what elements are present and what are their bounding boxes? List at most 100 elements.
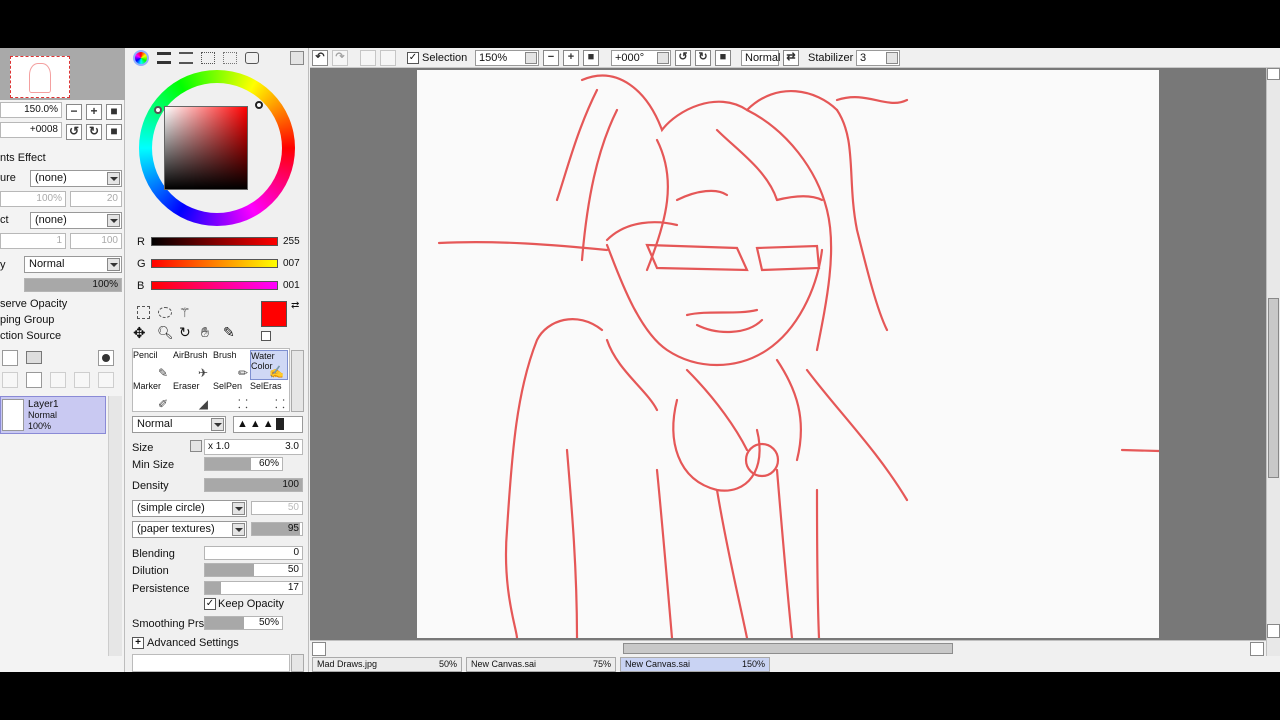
toolbar-rotation-select[interactable]: +000° — [611, 50, 671, 66]
transparent-color-icon[interactable] — [261, 331, 271, 341]
hsv-slider-tab-icon[interactable] — [179, 52, 193, 64]
drawing-canvas[interactable] — [417, 70, 1159, 638]
layer-list-scrollbar[interactable] — [108, 396, 122, 656]
sv-marker[interactable] — [255, 101, 263, 109]
brush-texture-select[interactable]: (paper textures) — [132, 521, 247, 538]
rotate-tool-icon[interactable]: ↻ — [179, 324, 191, 341]
stabilizer-select[interactable]: 3 — [856, 50, 900, 66]
selection-source-option[interactable]: ction Source — [0, 330, 61, 342]
canvas-horizontal-scrollbar[interactable] — [310, 640, 1266, 656]
smoothing-slider[interactable]: 50% — [204, 616, 283, 630]
horizontal-scroll-thumb[interactable] — [623, 643, 953, 654]
scroll-left-arrow[interactable] — [312, 642, 326, 656]
pencil-tool[interactable]: Pencil ✎ — [133, 350, 171, 380]
effect-width[interactable]: 1 — [0, 233, 66, 249]
flip-horizontal-button[interactable]: ⇄ — [783, 50, 799, 66]
brush-blend-select[interactable]: Normal — [132, 416, 226, 433]
vertical-scroll-thumb[interactable] — [1268, 298, 1279, 478]
layer-properties-icon[interactable] — [98, 372, 114, 388]
hue-marker[interactable] — [154, 106, 162, 114]
undo-button[interactable]: ↶ — [312, 50, 328, 66]
airbrush-tool[interactable]: AirBrush ✈ — [173, 350, 211, 380]
swatches-tab-icon[interactable] — [201, 52, 215, 64]
transfer-down-icon[interactable] — [2, 372, 18, 388]
new-layer-icon[interactable] — [2, 350, 18, 366]
keep-opacity-checkbox[interactable]: ✓ — [204, 598, 216, 610]
merge-down-icon[interactable] — [26, 372, 42, 388]
effect-strength[interactable]: 100 — [70, 233, 122, 249]
toolbar-zoom-in[interactable]: + — [563, 50, 579, 66]
canvas-viewport[interactable] — [310, 48, 1270, 672]
rotate-left-button[interactable]: ↺ — [66, 124, 82, 140]
folder-icon[interactable] — [26, 351, 42, 364]
toolbar-blend-select[interactable]: Normal — [741, 50, 780, 66]
rgb-slider-tab-icon[interactable] — [157, 52, 171, 64]
selpen-tool[interactable]: SelPen ⸬ — [213, 381, 251, 411]
magic-wand-icon[interactable]: ⚚ — [179, 305, 191, 321]
presets-scrollbar[interactable] — [291, 654, 304, 672]
layer-blend-select[interactable]: Normal — [24, 256, 122, 273]
r-slider[interactable] — [151, 237, 278, 246]
document-tab[interactable]: New Canvas.sai 75% — [466, 657, 616, 672]
persistence-slider[interactable]: 17 — [204, 581, 303, 595]
hand-icon[interactable]: ✋︎ — [201, 324, 209, 341]
rect-select-icon[interactable] — [137, 306, 150, 319]
watercolor-tool[interactable]: Water Color ✍ — [250, 350, 288, 380]
move-icon[interactable]: ✥ — [133, 324, 146, 342]
toolbar-zoom-reset[interactable]: ■ — [583, 50, 599, 66]
canvas-vertical-scrollbar[interactable] — [1266, 68, 1280, 672]
min-size-slider[interactable]: 60% — [204, 457, 283, 471]
color-wheel-tab-icon[interactable] — [133, 50, 149, 66]
effect-select[interactable]: (none) — [30, 212, 122, 229]
scroll-down-arrow[interactable] — [1267, 624, 1280, 638]
user-palette-tab-icon[interactable] — [223, 52, 237, 64]
brush-shape-select[interactable]: (simple circle) — [132, 500, 247, 517]
layer-row[interactable]: Layer1 Normal 100% — [0, 396, 106, 434]
navigator-thumbnail[interactable] — [10, 56, 70, 98]
delete-layer-icon[interactable] — [74, 372, 90, 388]
eyedropper-icon[interactable]: ✎ — [223, 324, 235, 341]
shape-strength-slider[interactable]: 50 — [251, 501, 303, 515]
invert-selection-button[interactable] — [380, 50, 396, 66]
clipping-group-option[interactable]: ping Group — [0, 314, 54, 326]
navigator-preview[interactable] — [0, 48, 125, 100]
size-field[interactable]: x 1.0 3.0 — [204, 439, 303, 455]
marker-tool[interactable]: Marker ✐ — [133, 381, 171, 411]
texture-scale[interactable]: 20 — [70, 191, 122, 207]
brush-tool[interactable]: Brush ✏ — [213, 350, 251, 380]
rotate-field[interactable]: +0008 — [0, 122, 62, 138]
rotate-right-button[interactable]: ↻ — [86, 124, 102, 140]
zoom-field[interactable]: 150.0% — [0, 102, 62, 118]
deselect-button[interactable] — [360, 50, 376, 66]
zoom-reset-button[interactable]: ■ — [106, 104, 122, 120]
zoom-tool-icon[interactable]: 🔍︎ — [157, 325, 174, 341]
toolbar-rotate-right[interactable]: ↻ — [695, 50, 711, 66]
eraser-tool[interactable]: Eraser ◢ — [173, 381, 211, 411]
layer-mask-icon[interactable] — [98, 350, 114, 366]
preserve-opacity-option[interactable]: serve Opacity — [0, 298, 67, 310]
g-slider[interactable] — [151, 259, 278, 268]
texture-strength-slider[interactable]: 95 — [251, 522, 303, 536]
toolbar-rotate-left[interactable]: ↺ — [675, 50, 691, 66]
panel-menu-button[interactable] — [290, 51, 304, 65]
zoom-in-button[interactable]: + — [86, 104, 102, 120]
toolbar-rotate-reset[interactable]: ■ — [715, 50, 731, 66]
dilution-slider[interactable]: 50 — [204, 563, 303, 577]
blending-slider[interactable]: 0 — [204, 546, 303, 560]
size-multiplier-dropdown[interactable] — [190, 440, 202, 452]
scroll-up-arrow[interactable] — [1267, 68, 1280, 80]
foreground-color-swatch[interactable] — [261, 301, 287, 327]
g-value[interactable]: 007 — [283, 258, 300, 269]
toolbar-zoom-out[interactable]: − — [543, 50, 559, 66]
swap-colors-icon[interactable]: ⇄ — [291, 300, 299, 311]
seleras-tool[interactable]: SelEras ⸬ — [250, 381, 288, 411]
advanced-settings-expand-icon[interactable]: + — [132, 637, 144, 649]
density-slider[interactable]: 100 — [204, 478, 303, 492]
texture-amount[interactable]: 100% — [0, 191, 66, 207]
layer-opacity-slider[interactable]: 100% — [24, 278, 122, 292]
advanced-settings-toggle[interactable]: Advanced Settings — [147, 637, 239, 649]
texture-select[interactable]: (none) — [30, 170, 122, 187]
brush-size-presets[interactable] — [132, 654, 290, 672]
selection-checkbox[interactable]: ✓ — [407, 52, 419, 64]
r-value[interactable]: 255 — [283, 236, 300, 247]
